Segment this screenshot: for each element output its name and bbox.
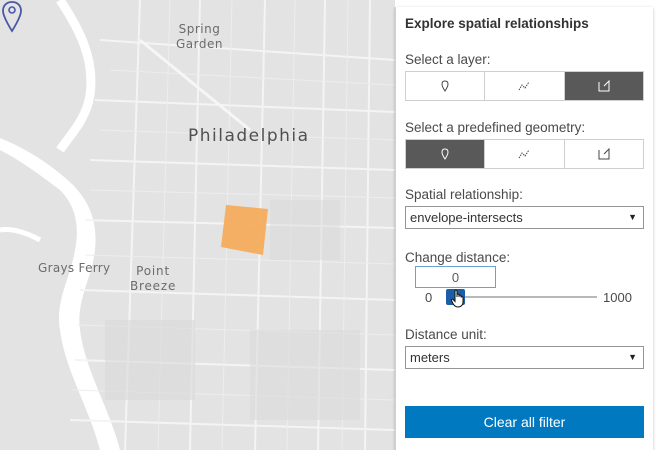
chevron-down-icon: ▼	[628, 352, 637, 362]
unit-select-value: meters	[410, 350, 450, 365]
geometry-polygon-button[interactable]	[564, 140, 643, 168]
distance-input[interactable]: 0	[415, 266, 496, 288]
relationship-select[interactable]: envelope-intersects ▼	[405, 206, 644, 229]
polygon-icon	[598, 80, 610, 92]
layer-button-group	[405, 71, 644, 101]
layer-label: Select a layer:	[405, 52, 491, 67]
slider-max-label: 1000	[603, 290, 632, 305]
layer-point-button[interactable]	[406, 72, 486, 100]
point-icon	[441, 148, 449, 160]
geometry-polyline-button[interactable]	[485, 140, 565, 168]
polyline-icon	[519, 81, 530, 91]
point-icon	[441, 80, 449, 92]
unit-label: Distance unit:	[405, 327, 487, 342]
relationship-select-value: envelope-intersects	[410, 210, 523, 225]
geometry-label: Select a predefined geometry:	[405, 120, 586, 135]
map-label-spring-garden: Spring Garden	[176, 22, 223, 51]
hand-cursor-icon	[450, 289, 464, 308]
unit-select[interactable]: meters ▼	[405, 346, 644, 369]
relationship-label: Spatial relationship:	[405, 187, 523, 202]
distance-label: Change distance:	[405, 250, 511, 265]
layer-polygon-button[interactable]	[564, 72, 643, 100]
clear-filter-button[interactable]: Clear all filter	[405, 406, 644, 438]
panel-title: Explore spatial relationships	[405, 16, 589, 31]
geometry-point-button[interactable]	[406, 140, 486, 168]
layer-polyline-button[interactable]	[485, 72, 565, 100]
slider-min-label: 0	[425, 290, 433, 305]
map-label-point-breeze: Point Breeze	[130, 264, 177, 293]
polygon-icon	[598, 148, 610, 160]
polyline-icon	[519, 149, 530, 159]
chevron-down-icon: ▼	[628, 212, 637, 222]
map-label-grays-ferry: Grays Ferry	[38, 261, 111, 275]
map-label-philadelphia: Philadelphia	[188, 126, 310, 146]
geometry-button-group	[405, 139, 644, 169]
distance-slider-track[interactable]	[448, 296, 597, 298]
spatial-relationships-panel: Explore spatial relationships Select a l…	[395, 7, 653, 450]
location-pin-icon[interactable]	[0, 0, 24, 34]
